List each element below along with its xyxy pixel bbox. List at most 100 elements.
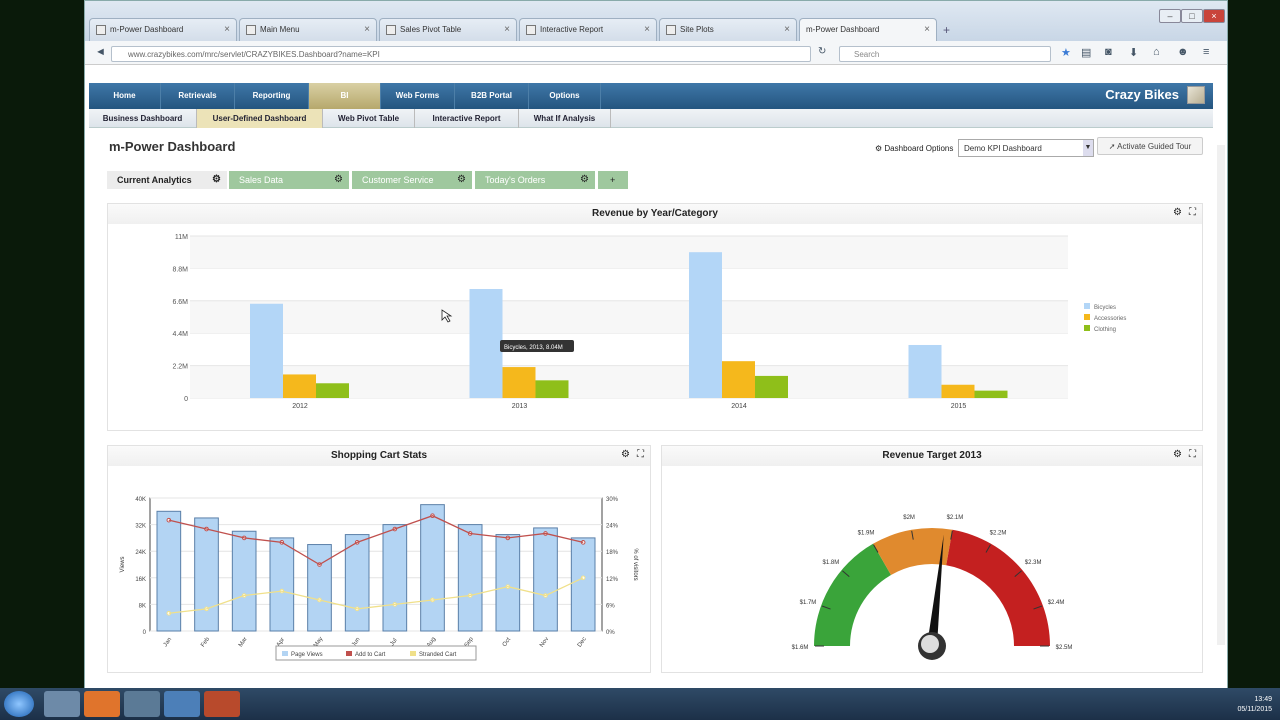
app-taskbar-icon[interactable] bbox=[204, 691, 240, 717]
gear-icon[interactable]: ⚙ bbox=[1173, 449, 1182, 460]
close-icon[interactable]: × bbox=[224, 24, 230, 35]
bookmark-star-icon[interactable]: ★ bbox=[1061, 46, 1071, 59]
add-tab-button[interactable]: + bbox=[598, 171, 628, 189]
menu-home[interactable]: Home bbox=[89, 83, 161, 109]
legend-swatch bbox=[1084, 303, 1090, 309]
gear-icon[interactable]: ⚙ bbox=[580, 174, 589, 185]
legend-swatch bbox=[346, 651, 352, 656]
y-tick-label: 11M bbox=[175, 234, 188, 241]
tab-todays-orders[interactable]: Today's Orders ⚙ bbox=[475, 171, 595, 189]
browser-tab[interactable]: Site Plots × bbox=[659, 18, 797, 41]
y-tick-label: 40K bbox=[135, 497, 146, 503]
page-scrollbar[interactable] bbox=[1217, 145, 1225, 645]
tab-label: Current Analytics bbox=[117, 175, 192, 185]
bar bbox=[250, 303, 283, 398]
revenue-panel: Revenue by Year/Category ⚙ ⛶ 0 2.2M 4.4M 6.… bbox=[107, 203, 1203, 431]
gauge-label: $1.9M bbox=[858, 531, 875, 537]
sub-menu: Business Dashboard User-Defined Dashboar… bbox=[89, 109, 1213, 128]
clipboard-icon[interactable]: ▤ bbox=[1081, 46, 1091, 59]
legend-label: Accessories bbox=[1094, 316, 1126, 322]
y2-tick-label: 6% bbox=[606, 603, 615, 609]
menu-b2b-portal[interactable]: B2B Portal bbox=[455, 83, 529, 109]
gear-icon[interactable]: ⚙ bbox=[334, 174, 343, 185]
download-icon[interactable]: ⬇ bbox=[1129, 46, 1138, 59]
menu-web-forms[interactable]: Web Forms bbox=[381, 83, 455, 109]
y-tick-label: 0 bbox=[184, 396, 188, 403]
tab-customer-service[interactable]: Customer Service ⚙ bbox=[352, 171, 472, 189]
ie-taskbar-icon[interactable] bbox=[164, 691, 200, 717]
target-panel-title: Revenue Target 2013 bbox=[662, 446, 1202, 466]
brand-name: Crazy Bikes bbox=[1105, 87, 1179, 102]
y-tick-label: 24K bbox=[135, 550, 146, 556]
chrome-taskbar-icon[interactable] bbox=[124, 691, 160, 717]
submenu-interactive-report[interactable]: Interactive Report bbox=[415, 109, 519, 128]
y-axis-label: Views bbox=[120, 557, 126, 573]
x-tick-label: Oct bbox=[502, 637, 512, 648]
expand-icon[interactable]: ⛶ bbox=[637, 449, 644, 460]
submenu-business-dashboard[interactable]: Business Dashboard bbox=[89, 109, 197, 128]
close-icon[interactable]: × bbox=[644, 24, 650, 35]
menu-options[interactable]: Options bbox=[529, 83, 601, 109]
bar bbox=[908, 344, 942, 398]
x-tick-label: Feb bbox=[200, 636, 211, 648]
back-icon[interactable]: ◄ bbox=[95, 46, 106, 58]
browser-tab[interactable]: Sales Pivot Table × bbox=[379, 18, 517, 41]
dashboard-options[interactable]: ⚙ Dashboard Options bbox=[875, 144, 953, 153]
bar bbox=[941, 384, 975, 398]
menu-bi[interactable]: BI bbox=[309, 83, 381, 109]
search-input[interactable]: Search bbox=[839, 46, 1051, 62]
revenue-chart: 0 2.2M 4.4M 6.6M 8.8M 11M 2012 2013 2014 2015 Bicy… bbox=[172, 234, 1126, 410]
submenu-user-defined-dashboard[interactable]: User-Defined Dashboard bbox=[197, 109, 323, 128]
desktop: m-Power Dashboard × Main Menu × Sales Pivo… bbox=[0, 0, 1280, 720]
clock-date: 05/11/2015 bbox=[1237, 706, 1272, 713]
gear-icon[interactable]: ⚙ bbox=[212, 174, 221, 185]
firefox-taskbar-icon[interactable] bbox=[84, 691, 120, 717]
close-icon[interactable]: × bbox=[924, 24, 930, 35]
menu-retrievals[interactable]: Retrievals bbox=[161, 83, 235, 109]
minimize-button[interactable]: – bbox=[1159, 9, 1181, 23]
close-icon[interactable]: × bbox=[784, 24, 790, 35]
menu-icon[interactable]: ≡ bbox=[1203, 46, 1209, 58]
page-icon bbox=[666, 25, 676, 35]
tab-sales-data[interactable]: Sales Data ⚙ bbox=[229, 171, 349, 189]
reload-icon[interactable]: ↻ bbox=[818, 46, 826, 57]
browser-tab[interactable]: m-Power Dashboard × bbox=[89, 18, 237, 41]
bar bbox=[755, 375, 788, 398]
gear-icon[interactable]: ⚙ bbox=[621, 449, 630, 460]
browser-tab-active[interactable]: m-Power Dashboard × bbox=[799, 18, 937, 41]
close-icon[interactable]: × bbox=[364, 24, 370, 35]
chat-icon[interactable]: ☻ bbox=[1177, 46, 1189, 58]
legend-swatch bbox=[410, 651, 416, 656]
gauge-label: $2.2M bbox=[990, 531, 1007, 537]
address-bar[interactable]: www.crazybikes.com/mrc/servlet/CRAZYBIKE… bbox=[111, 46, 811, 62]
close-icon[interactable]: × bbox=[504, 24, 510, 35]
clock-time: 13:49 bbox=[1254, 696, 1272, 703]
expand-icon[interactable]: ⛶ bbox=[1189, 449, 1196, 460]
browser-tab[interactable]: Main Menu × bbox=[239, 18, 377, 41]
explorer-taskbar-icon[interactable] bbox=[44, 691, 80, 717]
tab-label: Interactive Report bbox=[540, 25, 604, 34]
home-icon[interactable]: ⌂ bbox=[1153, 46, 1160, 58]
browser-tab[interactable]: Interactive Report × bbox=[519, 18, 657, 41]
tab-current-analytics[interactable]: Current Analytics ⚙ bbox=[107, 171, 227, 189]
gear-icon[interactable]: ⚙ bbox=[1173, 207, 1182, 218]
tab-label: Main Menu bbox=[260, 25, 300, 34]
dashboard-select[interactable]: Demo KPI Dashboard ▼ bbox=[958, 139, 1094, 157]
submenu-web-pivot-table[interactable]: Web Pivot Table bbox=[323, 109, 415, 128]
y2-tick-label: 24% bbox=[606, 524, 619, 530]
bar bbox=[502, 367, 536, 398]
start-button[interactable] bbox=[4, 691, 34, 717]
new-tab-button[interactable]: + bbox=[943, 23, 950, 37]
guided-tour-button[interactable]: ➚ Activate Guided Tour bbox=[1097, 137, 1203, 155]
maximize-button[interactable]: □ bbox=[1181, 9, 1203, 23]
submenu-what-if-analysis[interactable]: What If Analysis bbox=[519, 109, 611, 128]
expand-icon[interactable]: ⛶ bbox=[1189, 207, 1196, 218]
bar bbox=[382, 524, 408, 632]
x-tick-label: 2014 bbox=[731, 403, 747, 410]
menu-reporting[interactable]: Reporting bbox=[235, 83, 309, 109]
pocket-icon[interactable]: ◙ bbox=[1105, 46, 1112, 58]
close-window-button[interactable]: × bbox=[1203, 9, 1225, 23]
x-tick-label: Dec bbox=[577, 636, 588, 648]
gear-icon: ⚙ bbox=[875, 144, 883, 153]
gear-icon[interactable]: ⚙ bbox=[457, 174, 466, 185]
